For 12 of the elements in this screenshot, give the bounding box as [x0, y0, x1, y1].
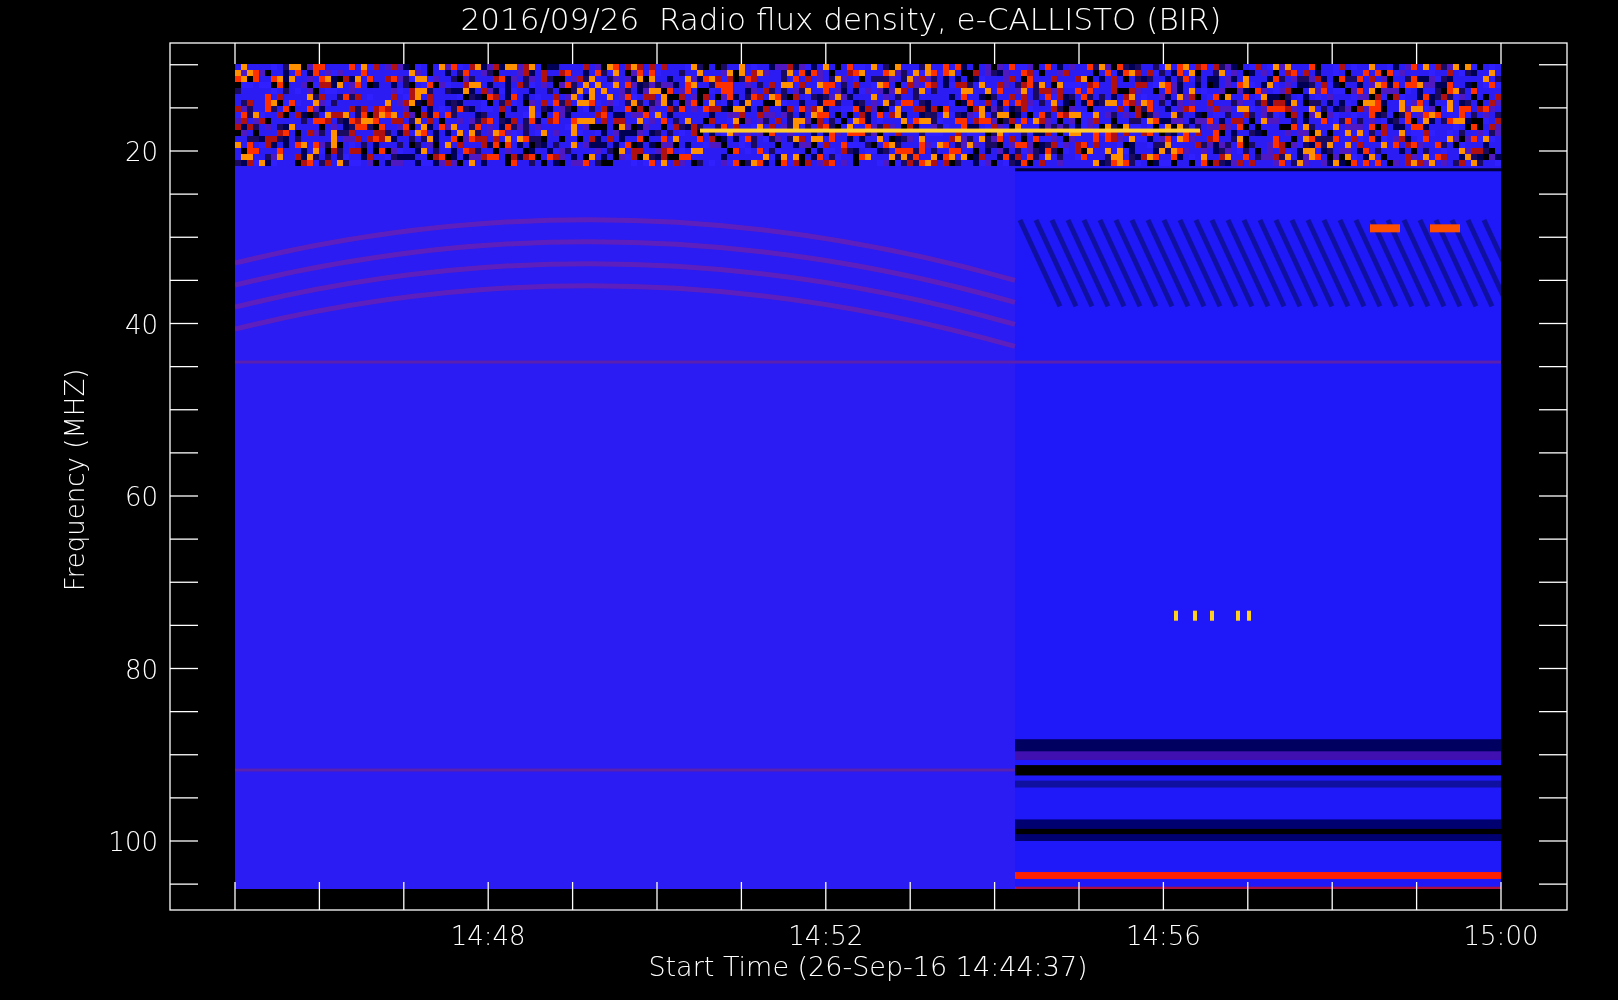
tick-label: 14:48 — [450, 921, 526, 951]
tick-label: 14:56 — [1125, 921, 1201, 951]
tick-label: 15:00 — [1463, 921, 1539, 951]
tick-label: 14:52 — [788, 921, 864, 951]
tick-label: 100 — [108, 827, 158, 857]
tick-label: 80 — [124, 654, 158, 685]
axis-label: Start Time (26-Sep-16 14:44:37) — [648, 951, 1088, 982]
chart-title: 2016/09/26 Radio flux density, e-CALLISTO (BIR) — [460, 1, 1222, 37]
axis-label: Frequency (MHZ) — [60, 368, 90, 592]
tick-label: 40 — [124, 309, 158, 340]
tick-label: 20 — [124, 137, 158, 167]
tick-label: 60 — [124, 482, 158, 512]
